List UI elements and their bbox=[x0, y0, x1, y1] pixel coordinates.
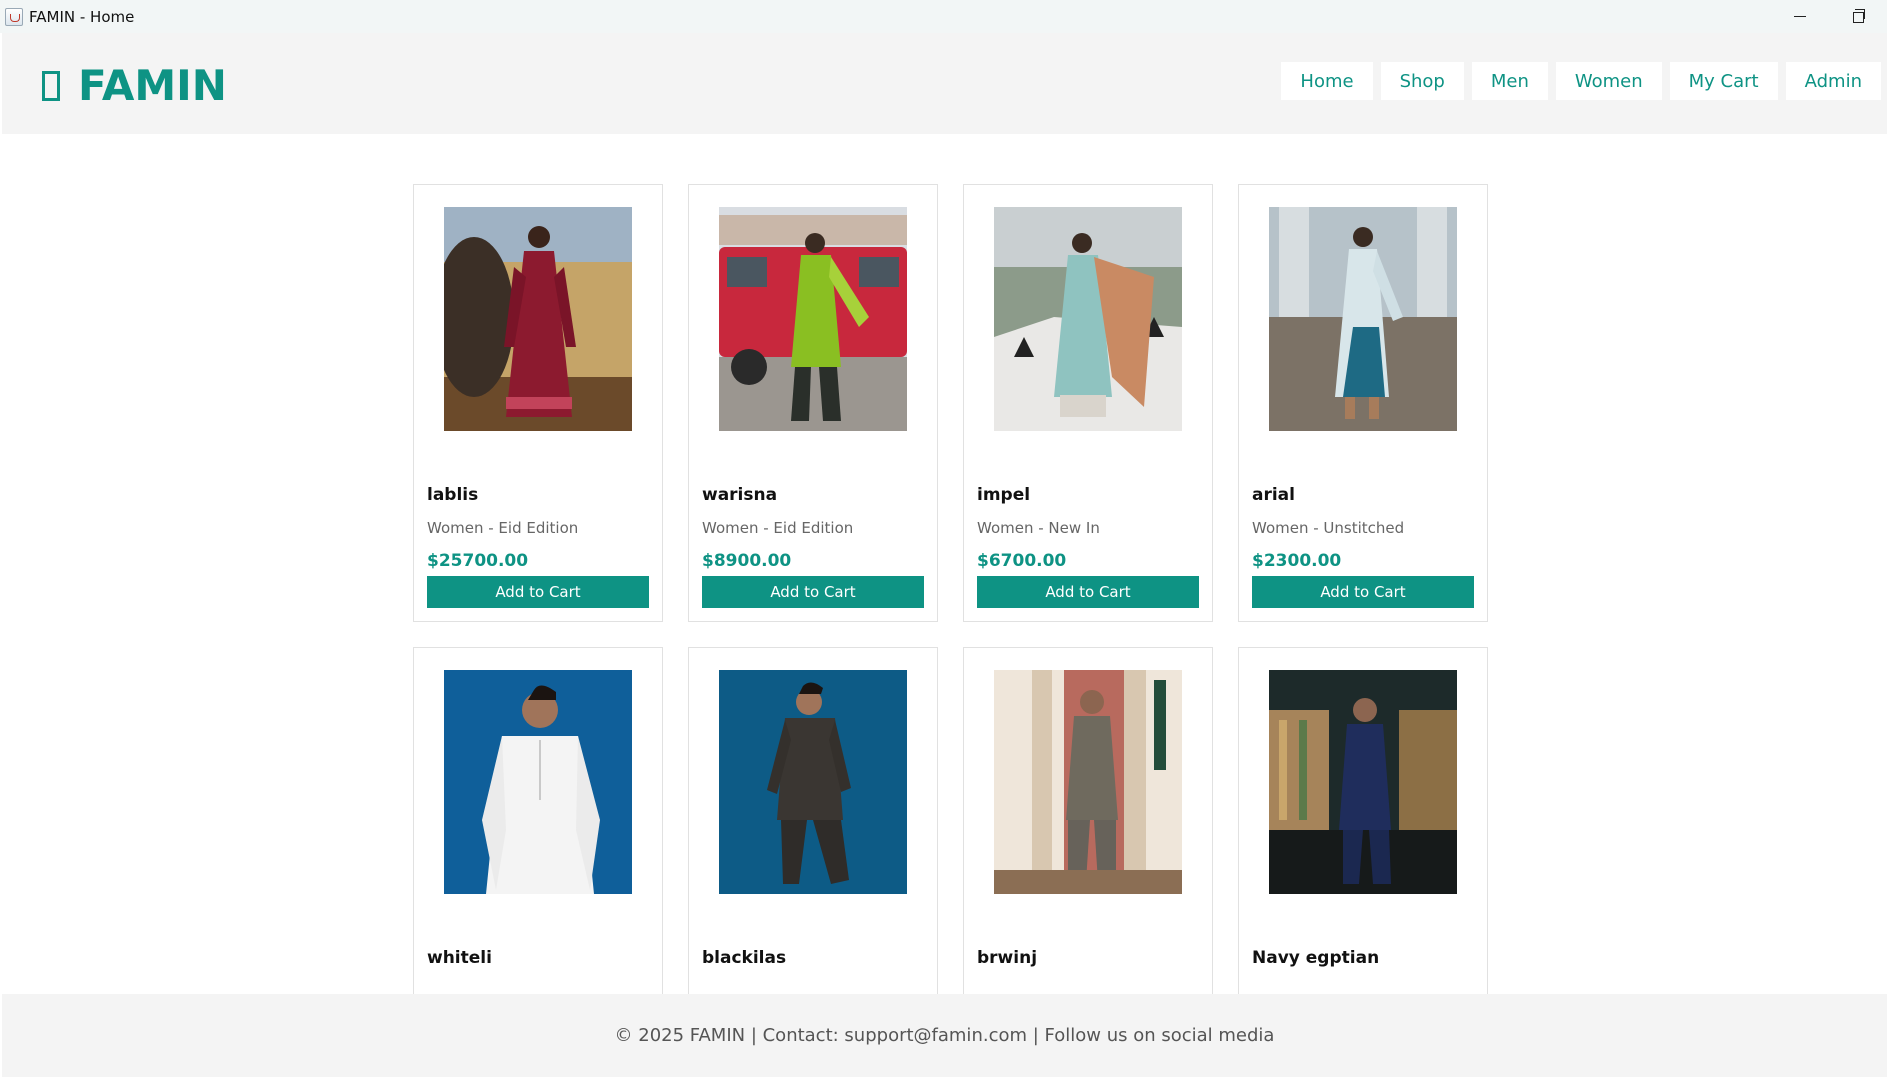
nav-men[interactable]: Men bbox=[1471, 62, 1548, 100]
product-card: blackilas bbox=[688, 647, 938, 994]
product-card: arial Women - Unstitched $2300.00 Add to… bbox=[1238, 184, 1488, 622]
minimize-button[interactable] bbox=[1771, 0, 1829, 33]
product-card: brwinj bbox=[963, 647, 1213, 994]
product-card: whiteli bbox=[413, 647, 663, 994]
main-nav: Home Shop Men Women My Cart Admin bbox=[1281, 62, 1881, 100]
window-title: FAMIN - Home bbox=[29, 7, 135, 26]
product-category: Women - New In bbox=[977, 519, 1100, 537]
product-image[interactable] bbox=[444, 207, 632, 431]
product-name: arial bbox=[1252, 485, 1295, 505]
nav-women[interactable]: Women bbox=[1555, 62, 1662, 100]
product-image[interactable] bbox=[719, 670, 907, 894]
product-card: impel Women - New In $6700.00 Add to Car… bbox=[963, 184, 1213, 622]
product-card: warisna Women - Eid Edition $8900.00 Add… bbox=[688, 184, 938, 622]
brand-logo[interactable]: FAMIN bbox=[42, 61, 227, 110]
window-titlebar: FAMIN - Home bbox=[0, 0, 1887, 33]
product-name: impel bbox=[977, 485, 1031, 505]
add-to-cart-button[interactable]: Add to Cart bbox=[427, 576, 649, 608]
product-image[interactable] bbox=[719, 207, 907, 431]
nav-admin[interactable]: Admin bbox=[1785, 62, 1881, 100]
product-price: $25700.00 bbox=[427, 551, 529, 571]
minimize-icon bbox=[1794, 16, 1806, 17]
product-image[interactable] bbox=[994, 207, 1182, 431]
window-controls bbox=[1771, 0, 1887, 33]
product-image[interactable] bbox=[1269, 670, 1457, 894]
java-app-icon bbox=[5, 7, 23, 26]
footer-text: © 2025 FAMIN | Contact: support@famin.co… bbox=[614, 1025, 1275, 1046]
nav-my-cart[interactable]: My Cart bbox=[1669, 62, 1778, 100]
product-image[interactable] bbox=[444, 670, 632, 894]
product-name: lablis bbox=[427, 485, 479, 505]
product-grid: lablis Women - Eid Edition $25700.00 Add… bbox=[413, 184, 1488, 994]
product-card: lablis Women - Eid Edition $25700.00 Add… bbox=[413, 184, 663, 622]
product-category: Women - Eid Edition bbox=[427, 519, 579, 537]
product-name: Navy egptian bbox=[1252, 948, 1380, 968]
add-to-cart-button[interactable]: Add to Cart bbox=[702, 576, 924, 608]
product-image[interactable] bbox=[1269, 207, 1457, 431]
product-price: $8900.00 bbox=[702, 551, 792, 571]
box-icon bbox=[42, 70, 60, 101]
restore-icon bbox=[1852, 9, 1865, 23]
restore-button[interactable] bbox=[1829, 0, 1887, 33]
brand-name: FAMIN bbox=[78, 61, 227, 110]
product-name: whiteli bbox=[427, 948, 492, 968]
product-category: Women - Eid Edition bbox=[702, 519, 854, 537]
product-card: Navy egptian bbox=[1238, 647, 1488, 994]
add-to-cart-button[interactable]: Add to Cart bbox=[977, 576, 1199, 608]
content-viewport[interactable]: lablis Women - Eid Edition $25700.00 Add… bbox=[0, 134, 1887, 994]
site-header: FAMIN Home Shop Men Women My Cart Admin bbox=[2, 33, 1887, 134]
product-category: Women - Unstitched bbox=[1252, 519, 1405, 537]
product-name: blackilas bbox=[702, 948, 787, 968]
product-price: $2300.00 bbox=[1252, 551, 1342, 571]
nav-home[interactable]: Home bbox=[1281, 62, 1373, 100]
product-price: $6700.00 bbox=[977, 551, 1067, 571]
add-to-cart-button[interactable]: Add to Cart bbox=[1252, 576, 1474, 608]
site-footer: © 2025 FAMIN | Contact: support@famin.co… bbox=[2, 994, 1887, 1077]
nav-shop[interactable]: Shop bbox=[1380, 62, 1464, 100]
product-name: warisna bbox=[702, 485, 778, 505]
product-name: brwinj bbox=[977, 948, 1038, 968]
product-image[interactable] bbox=[994, 670, 1182, 894]
